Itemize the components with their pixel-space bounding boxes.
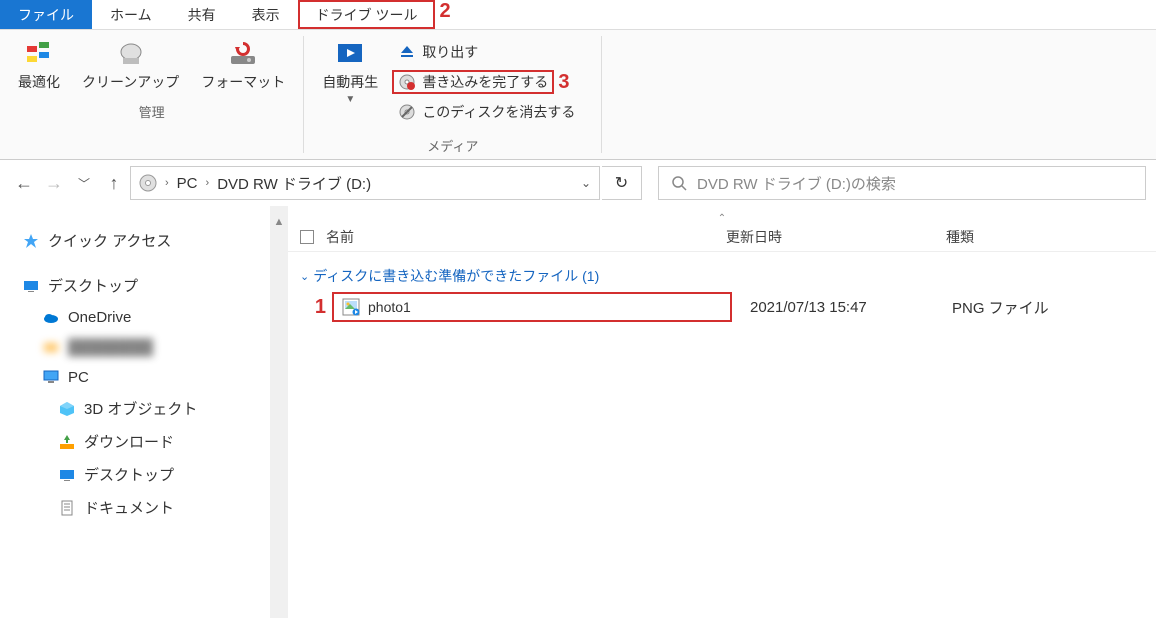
up-button[interactable]: ↑ xyxy=(100,169,128,197)
cleanup-button[interactable]: クリーンアップ xyxy=(76,36,185,94)
erase-icon xyxy=(398,103,416,121)
erase-disc-button[interactable]: このディスクを消去する xyxy=(392,100,581,124)
sidebar-item-onedrive[interactable]: OneDrive xyxy=(22,302,266,332)
search-icon xyxy=(671,175,687,191)
eject-button[interactable]: 取り出す xyxy=(392,40,581,64)
image-file-icon xyxy=(342,298,360,316)
group-header[interactable]: ⌄ ディスクに書き込む準備ができたファイル (1) xyxy=(288,252,1156,292)
folder-icon xyxy=(42,338,60,356)
breadcrumb-pc[interactable]: PC xyxy=(177,175,198,192)
tab-drive-tools[interactable]: ドライブ ツール xyxy=(298,0,436,29)
annotation-1: 1 xyxy=(288,296,332,319)
tab-file[interactable]: ファイル xyxy=(0,0,92,29)
address-bar[interactable]: › PC › DVD RW ドライブ (D:) ⌄ xyxy=(130,166,600,200)
sidebar-item-desktop[interactable]: デスクトップ xyxy=(22,269,266,302)
file-name: photo1 xyxy=(368,299,411,315)
media-group-label: メディア xyxy=(427,136,478,155)
sidebar-item-label: ████████ xyxy=(68,339,153,356)
sidebar-item-3d-objects[interactable]: 3D オブジェクト xyxy=(22,392,266,425)
forward-button[interactable]: → xyxy=(40,169,68,197)
download-icon xyxy=(58,433,76,451)
finish-burn-button[interactable]: 書き込みを完了する xyxy=(392,70,554,94)
document-icon xyxy=(58,499,76,517)
search-placeholder: DVD RW ドライブ (D:)の検索 xyxy=(697,173,896,194)
column-name[interactable]: 名前 xyxy=(326,227,726,247)
sidebar-item-label: PC xyxy=(68,369,89,386)
tab-home[interactable]: ホーム xyxy=(92,0,170,29)
sidebar-scroll-indicator[interactable]: ▲ xyxy=(270,206,288,618)
sidebar-item-label: デスクトップ xyxy=(48,275,138,296)
eject-icon xyxy=(398,43,416,61)
breadcrumb-drive[interactable]: DVD RW ドライブ (D:) xyxy=(217,173,371,194)
manage-group-label: 管理 xyxy=(139,102,165,121)
chevron-right-icon[interactable]: › xyxy=(163,177,171,189)
autoplay-button[interactable]: 自動再生 ▼ xyxy=(316,36,384,107)
cleanup-label: クリーンアップ xyxy=(82,72,179,92)
tab-view[interactable]: 表示 xyxy=(234,0,298,29)
format-label: フォーマット xyxy=(201,72,285,92)
onedrive-icon xyxy=(42,308,60,326)
annotation-2: 2 xyxy=(435,0,450,29)
sidebar-item-desktop-2[interactable]: デスクトップ xyxy=(22,458,266,491)
column-type[interactable]: 種類 xyxy=(946,227,1144,247)
finish-burn-label: 書き込みを完了する xyxy=(422,72,548,92)
group-label: ディスクに書き込む準備ができたファイル (1) xyxy=(313,266,599,286)
sidebar: クイック アクセス デスクトップ OneDrive ████████ PC 3D… xyxy=(0,206,270,618)
file-type: PNG ファイル xyxy=(952,297,1144,318)
file-date: 2021/07/13 15:47 xyxy=(732,299,952,316)
search-input[interactable]: DVD RW ドライブ (D:)の検索 xyxy=(658,166,1146,200)
sidebar-item-label: 3D オブジェクト xyxy=(84,398,197,419)
pc-icon xyxy=(42,368,60,386)
sidebar-item-label: デスクトップ xyxy=(84,464,174,485)
desktop-icon xyxy=(22,277,40,295)
sidebar-item-pc[interactable]: PC xyxy=(22,362,266,392)
cleanup-icon xyxy=(115,38,147,70)
chevron-right-icon[interactable]: › xyxy=(204,177,212,189)
tab-share[interactable]: 共有 xyxy=(170,0,234,29)
address-dropdown-icon[interactable]: ⌄ xyxy=(581,176,591,190)
format-icon xyxy=(227,38,259,70)
desktop-icon xyxy=(58,466,76,484)
back-button[interactable]: ← xyxy=(10,169,38,197)
star-icon xyxy=(22,232,40,250)
ribbon-divider-2 xyxy=(601,36,602,153)
autoplay-label: 自動再生 xyxy=(322,72,378,92)
format-button[interactable]: フォーマット xyxy=(195,36,291,94)
optimize-button[interactable]: 最適化 xyxy=(12,36,66,94)
eject-label: 取り出す xyxy=(422,42,478,62)
sidebar-item-documents[interactable]: ドキュメント xyxy=(22,491,266,524)
sidebar-item-label: OneDrive xyxy=(68,309,131,326)
history-dropdown[interactable]: ﹀ xyxy=(70,169,98,197)
sidebar-item-label: ドキュメント xyxy=(84,497,174,518)
dropdown-chevron-icon: ▼ xyxy=(345,94,355,105)
annotation-3: 3 xyxy=(554,71,573,94)
sidebar-item-downloads[interactable]: ダウンロード xyxy=(22,425,266,458)
cube-icon xyxy=(58,400,76,418)
file-row[interactable]: photo1 xyxy=(332,292,732,322)
select-all-checkbox[interactable] xyxy=(300,230,314,244)
disc-icon xyxy=(139,174,157,192)
sidebar-item-quick-access[interactable]: クイック アクセス xyxy=(22,224,266,257)
optimize-label: 最適化 xyxy=(18,72,60,92)
sidebar-item-label: ダウンロード xyxy=(84,431,174,452)
column-date[interactable]: 更新日時 xyxy=(726,227,946,247)
optimize-icon xyxy=(23,38,55,70)
sidebar-item-blurred[interactable]: ████████ xyxy=(22,332,266,362)
autoplay-icon xyxy=(334,38,366,70)
refresh-button[interactable]: ↻ xyxy=(602,166,642,200)
burn-icon xyxy=(398,73,416,91)
sidebar-item-label: クイック アクセス xyxy=(48,230,171,251)
erase-disc-label: このディスクを消去する xyxy=(422,102,575,122)
file-list: ⌃ 名前 更新日時 種類 ⌄ ディスクに書き込む準備ができたファイル (1) 1… xyxy=(288,206,1156,618)
chevron-down-icon: ⌄ xyxy=(300,270,309,283)
